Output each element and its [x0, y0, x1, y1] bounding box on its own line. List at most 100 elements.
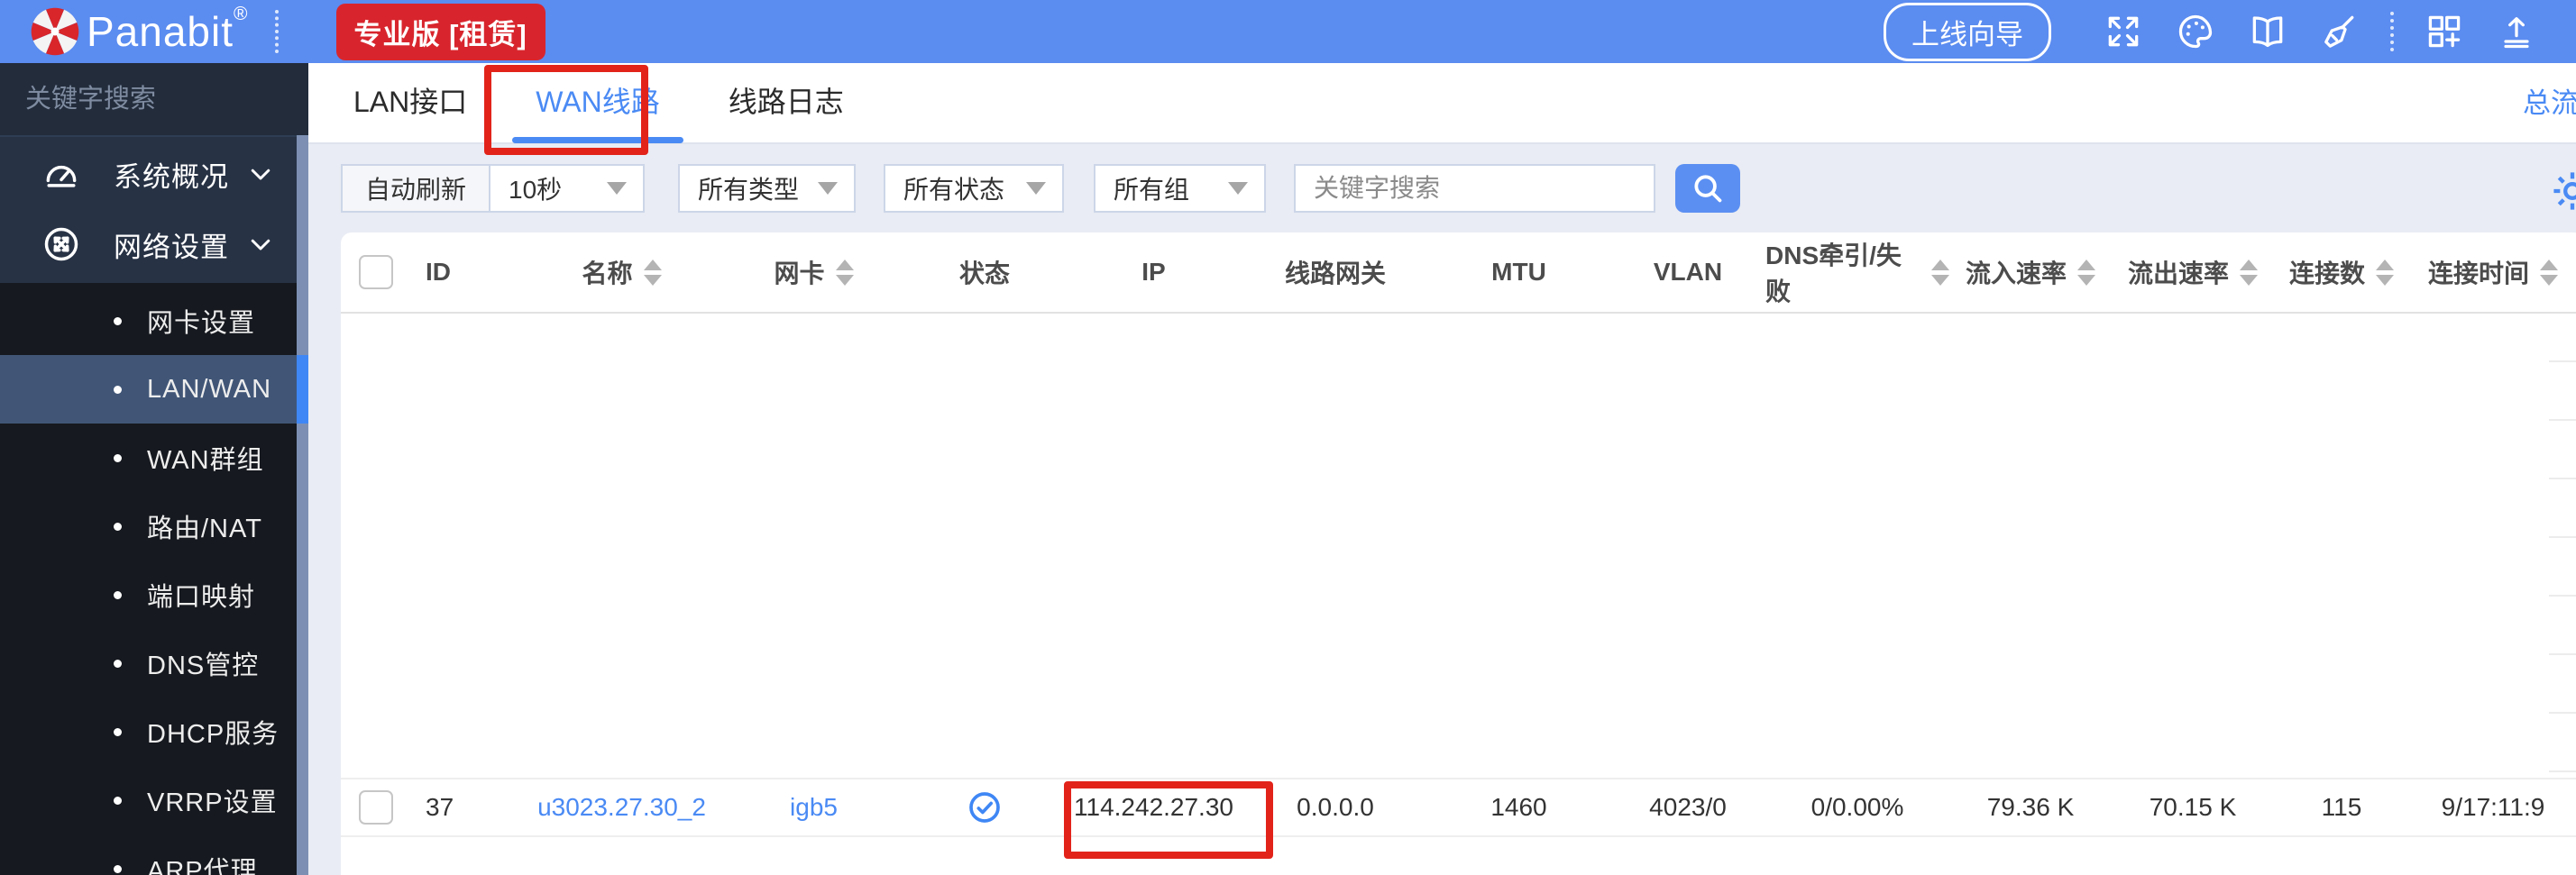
row-nic-link[interactable]: igb5 [790, 793, 838, 822]
sort-arrows-icon [2240, 259, 2258, 286]
manual-icon[interactable] [2247, 11, 2288, 52]
sidebar-section-label: 系统概况 [114, 160, 229, 193]
bullet-icon [114, 316, 122, 325]
col-header-name[interactable]: 名称 [521, 254, 722, 290]
refresh-interval-select[interactable]: 10秒 [489, 164, 646, 213]
adjacent-panel-row-divider [2549, 419, 2576, 421]
bullet-icon [114, 864, 122, 873]
caret-down-icon [1026, 182, 1047, 195]
registered-mark: ® [234, 4, 248, 24]
sidebar: 系统概况 网络设置 网卡设置 LAN/WAN WAN群组 路由/NAT [0, 63, 367, 875]
caret-down-icon [1228, 182, 1249, 195]
sidebar-item-dns-control[interactable]: DNS管控 [0, 629, 308, 697]
sidebar-section-system[interactable]: 系统概况 [0, 139, 308, 209]
topbar-icons-divider [2390, 12, 2394, 51]
bullet-icon [114, 659, 122, 668]
tab-lan-interface[interactable]: LAN接口 [353, 62, 467, 143]
upload-icon[interactable] [2496, 11, 2537, 52]
row-rate-out: 70.15 K [2149, 793, 2237, 821]
col-header-id[interactable]: ID [409, 258, 521, 287]
adjacent-panel-row-divider [2549, 712, 2576, 714]
col-header-mtu[interactable]: MTU [1427, 258, 1610, 287]
sidebar-item-port-mapping[interactable]: 端口映射 [0, 561, 308, 629]
col-header-status[interactable]: 状态 [905, 254, 1064, 290]
top-bar: Panabit ® 专业版 [租赁] 上线向导 [0, 0, 2576, 63]
row-gateway: 0.0.0.0 [1297, 793, 1374, 821]
fullscreen-icon[interactable] [2103, 11, 2144, 52]
panabit-logo[interactable]: Panabit ® [29, 2, 248, 61]
sidebar-item-vrrp[interactable]: VRRP设置 [0, 766, 308, 834]
row-connections: 115 [2321, 793, 2362, 821]
col-header-nic[interactable]: 网卡 [722, 254, 905, 290]
toolbar: 自动刷新 10秒 所有类型 所有状态 所有组 [341, 164, 1741, 213]
bullet-icon [114, 453, 122, 462]
tab-line-log[interactable]: 线路日志 [729, 62, 844, 143]
col-header-gateway[interactable]: 线路网关 [1243, 254, 1427, 290]
sort-arrows-icon [1931, 259, 1949, 286]
grid-add-icon[interactable] [2424, 11, 2465, 52]
sidebar-scrollbar[interactable] [297, 135, 308, 875]
sidebar-item-nic-settings[interactable]: 网卡设置 [0, 287, 308, 355]
sidebar-section-network[interactable]: 网络设置 [0, 209, 308, 279]
col-header-rate-in[interactable]: 流入速率 [1949, 254, 2112, 290]
clean-icon[interactable] [2319, 11, 2361, 52]
sort-arrows-icon [2540, 259, 2558, 286]
sidebar-item-route-nat[interactable]: 路由/NAT [0, 492, 308, 561]
select-all-checkbox[interactable] [359, 255, 393, 289]
sort-arrows-icon [2376, 259, 2394, 286]
row-rate-in: 79.36 K [1986, 793, 2075, 821]
type-filter-select[interactable]: 所有类型 [678, 164, 857, 213]
bullet-icon [114, 796, 122, 805]
col-header-vlan[interactable]: VLAN [1610, 258, 1765, 287]
row-online-time: 9/17:11:9 [2441, 793, 2545, 821]
sort-arrows-icon [2077, 259, 2095, 286]
sidebar-item-arp-proxy[interactable]: ARP代理 [0, 834, 308, 875]
palette-icon[interactable] [2175, 11, 2216, 52]
sidebar-item-dhcp-service[interactable]: DHCP服务 [0, 697, 308, 766]
col-header-dns[interactable]: DNS牵引/失败 [1765, 236, 1949, 308]
auto-refresh-button[interactable]: 自动刷新 [341, 164, 490, 213]
col-header-ip[interactable]: IP [1064, 258, 1243, 287]
adjacent-panel-row-divider [2549, 770, 2576, 772]
row-dns-pull-fail: 0/0.00% [1811, 793, 1904, 821]
chevron-down-icon [251, 239, 270, 251]
search-icon [1694, 175, 1722, 203]
col-header-rate-out[interactable]: 流出速率 [2112, 254, 2274, 290]
topbar-divider [274, 10, 279, 53]
search-button[interactable] [1675, 164, 1741, 213]
edition-badge: 专业版 [租赁] [335, 3, 545, 60]
sidebar-item-lan-wan[interactable]: LAN/WAN [0, 355, 308, 424]
chevron-down-icon [251, 169, 270, 180]
keyword-search-input[interactable] [1294, 164, 1656, 213]
topbar-actions: 上线向导 [1884, 2, 2553, 61]
brand-name: Panabit [87, 8, 234, 55]
main-content: LAN接口 WAN线路 线路日志 总流量 自动刷新 10秒 所有类型 所有状态 … [308, 63, 2576, 875]
tab-bar: LAN接口 WAN线路 线路日志 总流量 [308, 63, 2576, 144]
column-settings-gear-icon[interactable] [2549, 168, 2576, 214]
sidebar-item-wan-group[interactable]: WAN群组 [0, 424, 308, 492]
row-id: 37 [426, 793, 454, 821]
sidebar-search-input[interactable] [23, 83, 367, 115]
sidebar-menu: 系统概况 网络设置 [0, 137, 308, 283]
onboarding-wizard-button[interactable]: 上线向导 [1884, 2, 2051, 61]
bullet-icon [114, 522, 122, 531]
row-ip: 114.242.27.30 [1074, 793, 1233, 821]
adjacent-panel-row-divider [2549, 536, 2576, 538]
caret-down-icon [607, 182, 628, 195]
tab-wan-lines[interactable]: WAN线路 [512, 62, 684, 143]
table-row[interactable]: 37 u3023.27.30_2 igb5 114.242.27.30 0.0.… [341, 778, 2576, 837]
gauge-icon [46, 166, 77, 187]
check-circle-icon [969, 792, 1000, 823]
sidebar-submenu: 网卡设置 LAN/WAN WAN群组 路由/NAT 端口映射 DNS管控 DHC… [0, 283, 308, 875]
row-checkbox[interactable] [359, 790, 393, 825]
group-filter-select[interactable]: 所有组 [1094, 164, 1267, 213]
col-header-connections[interactable]: 连接数 [2274, 254, 2409, 290]
total-traffic-link[interactable]: 总流量 [2523, 63, 2576, 144]
status-filter-select[interactable]: 所有状态 [884, 164, 1065, 213]
sidebar-section-label: 网络设置 [114, 231, 229, 263]
sort-arrows-icon [643, 259, 662, 286]
umbrella-logo-icon [31, 7, 79, 56]
sort-arrows-icon [835, 259, 854, 286]
col-header-online-time[interactable]: 连接时间 [2409, 254, 2576, 290]
row-name-link[interactable]: u3023.27.30_2 [537, 793, 706, 822]
